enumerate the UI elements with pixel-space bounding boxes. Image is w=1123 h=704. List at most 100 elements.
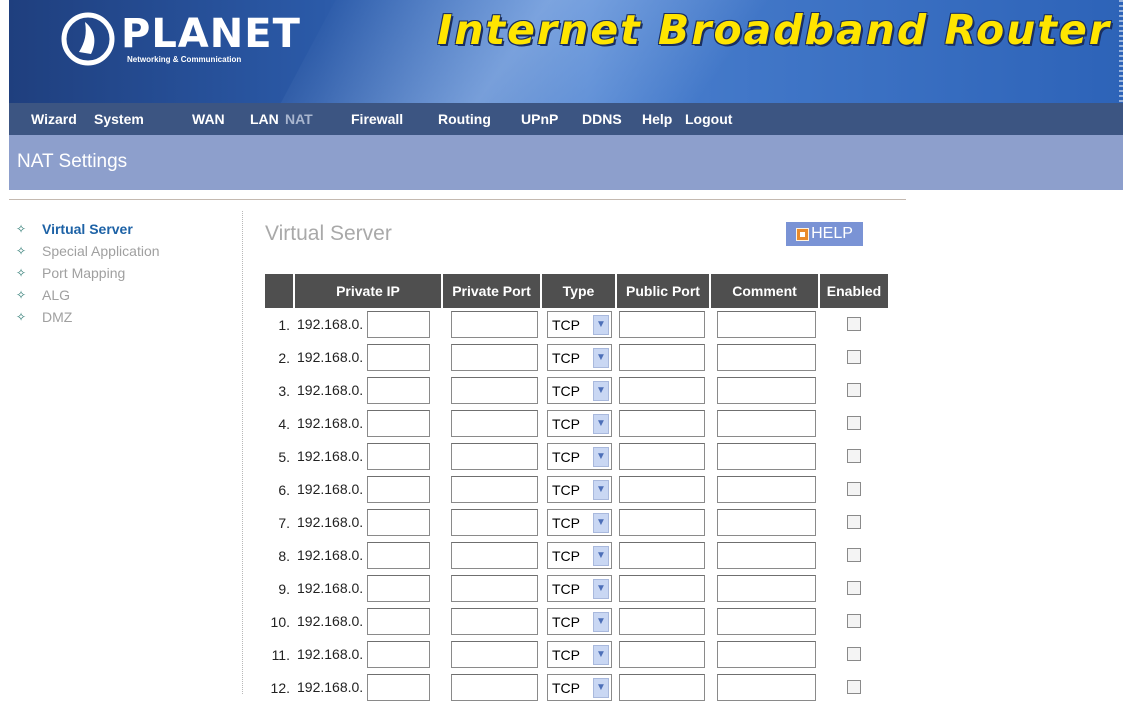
comment-input[interactable] xyxy=(717,542,816,569)
type-select[interactable]: TCP ▼ xyxy=(547,608,612,635)
type-select[interactable]: TCP ▼ xyxy=(547,443,612,470)
public-port-cell xyxy=(617,374,709,407)
enabled-checkbox[interactable] xyxy=(847,647,861,662)
nav-help[interactable]: Help xyxy=(642,111,672,127)
public-port-input[interactable] xyxy=(619,377,705,404)
public-port-input[interactable] xyxy=(619,476,705,503)
nav-system[interactable]: System xyxy=(94,111,144,127)
private-ip-input[interactable] xyxy=(367,575,430,602)
comment-cell xyxy=(711,506,818,539)
comment-input[interactable] xyxy=(717,674,816,701)
private-ip-input[interactable] xyxy=(367,311,430,338)
private-port-input[interactable] xyxy=(451,377,538,404)
enabled-checkbox[interactable] xyxy=(847,482,861,497)
type-select[interactable]: TCP ▼ xyxy=(547,509,612,536)
comment-input[interactable] xyxy=(717,443,816,470)
private-ip-input[interactable] xyxy=(367,674,430,701)
index-header xyxy=(265,274,293,308)
bullet-icon: ✧ xyxy=(15,222,27,236)
nav-ddns[interactable]: DDNS xyxy=(582,111,622,127)
sidebar-item-dmz[interactable]: ✧ DMZ xyxy=(14,306,160,328)
ip-prefix: 192.168.0. xyxy=(297,580,364,596)
comment-input[interactable] xyxy=(717,377,816,404)
comment-input[interactable] xyxy=(717,410,816,437)
private-port-input[interactable] xyxy=(451,608,538,635)
comment-input[interactable] xyxy=(717,476,816,503)
private-ip-input[interactable] xyxy=(367,443,430,470)
private-ip-input[interactable] xyxy=(367,542,430,569)
enabled-checkbox[interactable] xyxy=(847,680,861,695)
type-select[interactable]: TCP ▼ xyxy=(547,344,612,371)
enabled-checkbox[interactable] xyxy=(847,317,861,332)
public-port-input[interactable] xyxy=(619,344,705,371)
private-ip-input[interactable] xyxy=(367,410,430,437)
enabled-cell xyxy=(820,374,888,407)
enabled-checkbox[interactable] xyxy=(847,548,861,563)
private-ip-input[interactable] xyxy=(367,509,430,536)
public-port-input[interactable] xyxy=(619,641,705,668)
public-port-input[interactable] xyxy=(619,575,705,602)
public-port-input[interactable] xyxy=(619,674,705,701)
private-port-input[interactable] xyxy=(451,674,538,701)
sidebar-item-alg[interactable]: ✧ ALG xyxy=(14,284,160,306)
enabled-checkbox[interactable] xyxy=(847,449,861,464)
public-port-cell xyxy=(617,341,709,374)
comment-cell xyxy=(711,671,818,704)
comment-input[interactable] xyxy=(717,311,816,338)
private-port-input[interactable] xyxy=(451,575,538,602)
type-select[interactable]: TCP ▼ xyxy=(547,410,612,437)
type-select[interactable]: TCP ▼ xyxy=(547,641,612,668)
help-button[interactable]: HELP xyxy=(786,222,863,246)
nav-lan[interactable]: LAN xyxy=(250,111,279,127)
table-row: 6. 192.168.0. TCP ▼ xyxy=(265,473,888,506)
sidebar-item-port-mapping[interactable]: ✧ Port Mapping xyxy=(14,262,160,284)
nav-logout[interactable]: Logout xyxy=(685,111,732,127)
type-select[interactable]: TCP ▼ xyxy=(547,542,612,569)
type-select[interactable]: TCP ▼ xyxy=(547,377,612,404)
private-port-input[interactable] xyxy=(451,344,538,371)
nav-wizard[interactable]: Wizard xyxy=(31,111,77,127)
public-port-input[interactable] xyxy=(619,311,705,338)
comment-input[interactable] xyxy=(717,344,816,371)
nav-upnp[interactable]: UPnP xyxy=(521,111,558,127)
nav-firewall[interactable]: Firewall xyxy=(351,111,403,127)
enabled-checkbox[interactable] xyxy=(847,383,861,398)
type-select[interactable]: TCP ▼ xyxy=(547,674,612,701)
private-port-input[interactable] xyxy=(451,311,538,338)
private-ip-input[interactable] xyxy=(367,476,430,503)
private-ip-input[interactable] xyxy=(367,641,430,668)
private-port-input[interactable] xyxy=(451,509,538,536)
sidebar-item-special-application[interactable]: ✧ Special Application xyxy=(14,240,160,262)
private-port-input[interactable] xyxy=(451,476,538,503)
public-port-input[interactable] xyxy=(619,542,705,569)
comment-input[interactable] xyxy=(717,641,816,668)
sidebar-item-label: DMZ xyxy=(42,309,73,325)
comment-input[interactable] xyxy=(717,575,816,602)
private-ip-input[interactable] xyxy=(367,608,430,635)
enabled-checkbox[interactable] xyxy=(847,416,861,431)
public-port-input[interactable] xyxy=(619,410,705,437)
public-port-input[interactable] xyxy=(619,608,705,635)
type-select[interactable]: TCP ▼ xyxy=(547,476,612,503)
enabled-checkbox[interactable] xyxy=(847,614,861,629)
nav-wan[interactable]: WAN xyxy=(192,111,225,127)
type-select[interactable]: TCP ▼ xyxy=(547,311,612,338)
sidebar-item-virtual-server[interactable]: ✧ Virtual Server xyxy=(14,218,160,240)
private-ip-input[interactable] xyxy=(367,344,430,371)
private-port-input[interactable] xyxy=(451,443,538,470)
nav-nat[interactable]: NAT xyxy=(285,111,313,127)
enabled-checkbox[interactable] xyxy=(847,515,861,530)
private-port-input[interactable] xyxy=(451,410,538,437)
nav-routing[interactable]: Routing xyxy=(438,111,491,127)
public-port-input[interactable] xyxy=(619,443,705,470)
public-port-input[interactable] xyxy=(619,509,705,536)
comment-input[interactable] xyxy=(717,509,816,536)
enabled-checkbox[interactable] xyxy=(847,350,861,365)
private-port-input[interactable] xyxy=(451,542,538,569)
private-port-input[interactable] xyxy=(451,641,538,668)
enabled-checkbox[interactable] xyxy=(847,581,861,596)
type-select[interactable]: TCP ▼ xyxy=(547,575,612,602)
private-ip-input[interactable] xyxy=(367,377,430,404)
private-ip-cell: 192.168.0. xyxy=(295,638,441,671)
comment-input[interactable] xyxy=(717,608,816,635)
